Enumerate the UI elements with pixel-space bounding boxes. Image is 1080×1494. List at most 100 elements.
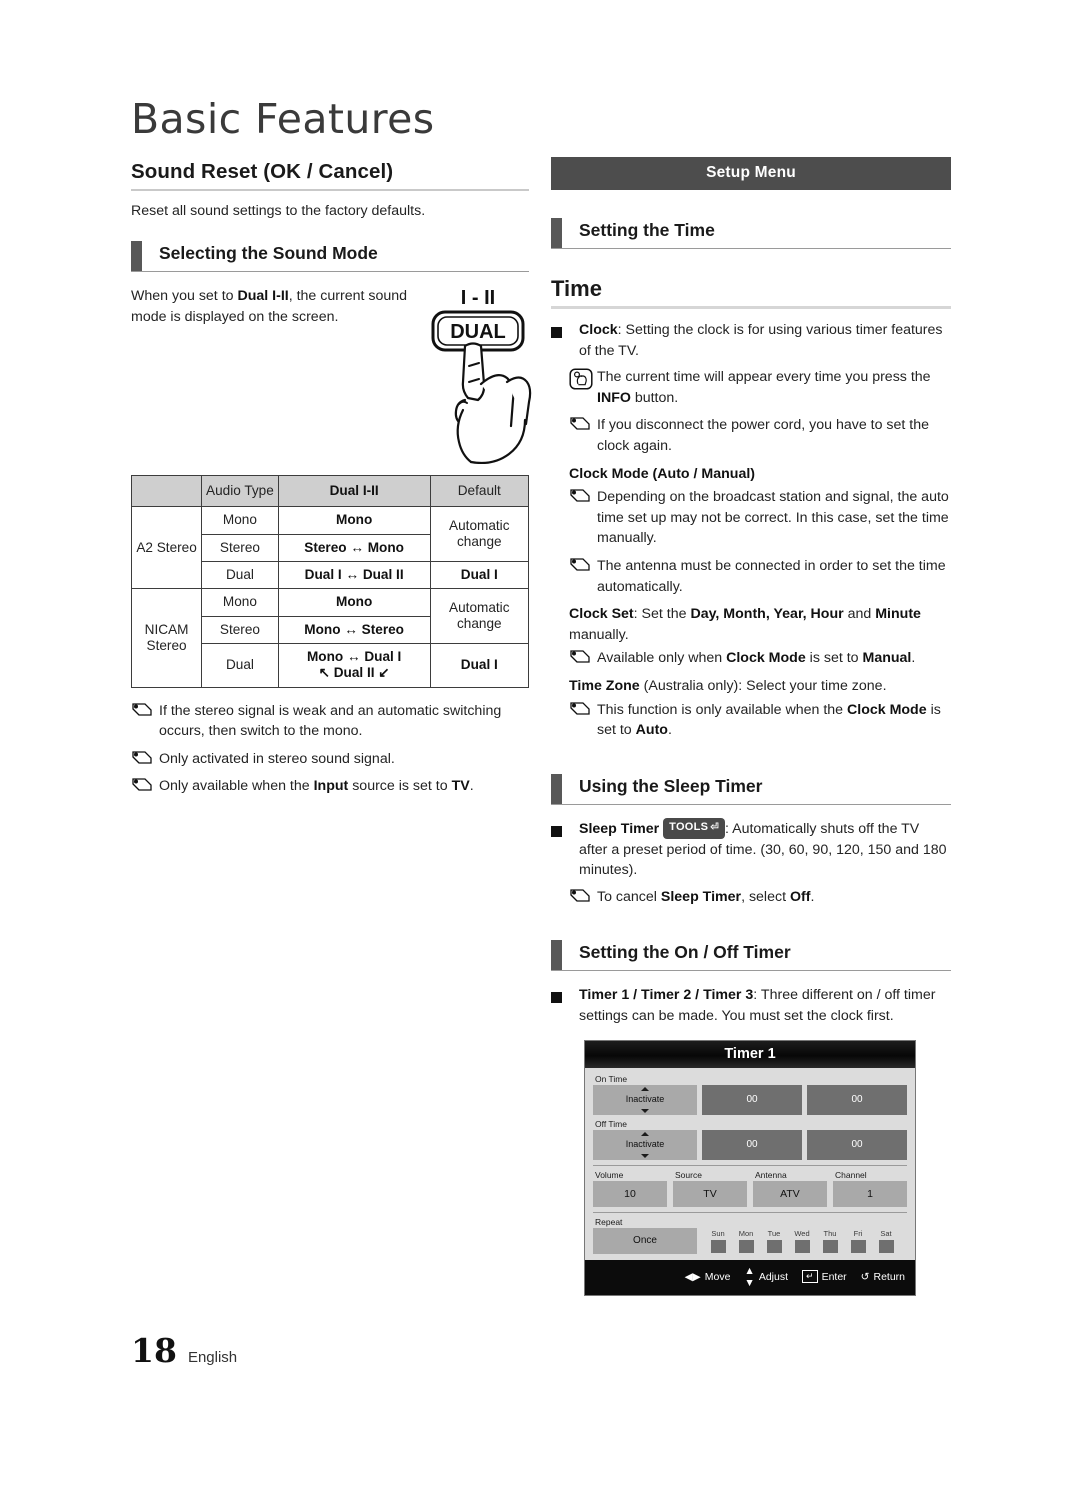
- osd-quad-row: Volume 10 Source TV Antenna ATV Channel …: [593, 1170, 907, 1207]
- subsection-heading-label: Setting the On / Off Timer: [579, 942, 791, 963]
- osd-field-value[interactable]: ATV: [753, 1180, 827, 1207]
- down-arrow-icon: [641, 1108, 649, 1113]
- up-arrow-icon: [641, 1086, 649, 1091]
- pencil-icon-svg: [570, 417, 590, 431]
- osd-field-antenna: Antenna ATV: [753, 1170, 827, 1207]
- osd-field-value[interactable]: TV: [673, 1180, 747, 1207]
- section-heading-sound-reset: Sound Reset (OK / Cancel): [131, 160, 529, 191]
- note-text: To cancel Sleep Timer, select Off.: [597, 887, 951, 908]
- note-part-a: The current time will appear every time …: [597, 369, 931, 386]
- pencil-note-icon: [569, 887, 597, 908]
- table-header-audio-type: Audio Type: [201, 474, 279, 508]
- note-text: The antenna must be connected in order t…: [597, 557, 946, 595]
- osd-day-fri[interactable]: Fri: [849, 1229, 867, 1253]
- osd-footer-hints: ◀▶ Move ▲ ▼ Adjust ↵ Enter ↺ Return: [585, 1259, 915, 1295]
- note-part-a: This function is only available when the: [597, 701, 847, 718]
- note-part-a: To cancel: [597, 888, 661, 905]
- note-text: Available only when Clock Mode is set to…: [597, 648, 951, 669]
- cell-line-1: Mono ↔ Dual I: [306, 648, 402, 664]
- chapter-title: Basic Features: [131, 95, 435, 143]
- note-text: If the stereo signal is weak and an auto…: [159, 702, 502, 740]
- heading-accent-bar: [551, 218, 562, 248]
- osd-on-time-hour[interactable]: 00: [702, 1084, 802, 1115]
- note-part-input: Input: [313, 778, 349, 795]
- note-part-tv: TV: [451, 778, 470, 795]
- note-antenna-required: The antenna must be connected in order t…: [551, 556, 951, 597]
- osd-day-label: Mon: [738, 1228, 754, 1238]
- label-clock-mode: Clock Mode (Auto / Manual): [569, 465, 756, 482]
- osd-field-value[interactable]: Once: [593, 1227, 697, 1254]
- table-header-row: Audio Type Dual I-II Default: [130, 474, 530, 508]
- osd-field-value[interactable]: 1: [833, 1180, 907, 1207]
- cell-dual-mono: Mono: [277, 506, 431, 535]
- cell-default-auto-change: Automatic change: [429, 588, 530, 644]
- clock-set-d: and: [843, 606, 876, 623]
- osd-on-time-minute[interactable]: 00: [807, 1084, 907, 1115]
- osd-off-time-minute[interactable]: 00: [807, 1129, 907, 1160]
- checkbox-icon[interactable]: [822, 1239, 838, 1253]
- checkbox-icon[interactable]: [794, 1239, 810, 1253]
- pencil-note-icon: [569, 415, 597, 456]
- tools-badge-icon: TOOLS ⏎: [663, 817, 726, 839]
- note-text: Only available when the Input source is …: [159, 776, 529, 797]
- subsection-heading-label: Using the Sleep Timer: [579, 775, 763, 796]
- osd-day-tue[interactable]: Tue: [765, 1229, 783, 1253]
- osd-day-label: Tue: [767, 1228, 781, 1238]
- subsection-setting-the-on-off-timer: Setting the On / Off Timer: [551, 940, 951, 972]
- note-part-a: Only available when the: [159, 778, 314, 795]
- tools-badge-arrow-icon: ⏎: [710, 821, 720, 833]
- note-part-a: Available only when: [597, 650, 727, 667]
- bullet-timer-1-2-3: Timer 1 / Timer 2 / Timer 3: Three diffe…: [551, 985, 951, 1026]
- osd-day-thu[interactable]: Thu: [821, 1229, 839, 1253]
- bullet-text: Clock: Setting the clock is for using va…: [579, 320, 951, 361]
- osd-hint-label: Adjust: [758, 1270, 789, 1283]
- osd-hint-label: Return: [873, 1270, 905, 1283]
- clock-set-b: : Set the: [633, 606, 691, 623]
- osd-field-value[interactable]: 10: [593, 1180, 667, 1207]
- cell-dual-stereo-mono: Stereo ↔ Mono: [277, 533, 431, 562]
- checkbox-icon[interactable]: [766, 1239, 782, 1253]
- bullet-label: Clock: [579, 322, 618, 338]
- label-clock-set: Clock Set: Set the Day, Month, Year, Hou…: [551, 604, 951, 645]
- osd-day-wed[interactable]: Wed: [793, 1229, 811, 1253]
- checkbox-icon[interactable]: [738, 1239, 754, 1253]
- checkbox-icon[interactable]: [710, 1239, 726, 1253]
- bullet-text: Timer 1 / Timer 2 / Timer 3: Three diffe…: [579, 985, 951, 1026]
- osd-hint-label: Move: [704, 1270, 731, 1283]
- osd-day-label: Fri: [853, 1228, 863, 1238]
- note-part-c: button.: [630, 389, 679, 406]
- osd-hint-move: ◀▶ Move: [685, 1271, 731, 1283]
- osd-off-time-hour[interactable]: 00: [702, 1129, 802, 1160]
- table-header-default: Default: [429, 474, 530, 508]
- note-part-auto: Auto: [635, 722, 668, 739]
- osd-day-mon[interactable]: Mon: [737, 1229, 755, 1253]
- pencil-note-icon: [131, 749, 159, 770]
- sound-mode-text-1: When you set to: [131, 288, 238, 304]
- right-column: Setup Menu Setting the Time Time Clock: …: [551, 157, 951, 1296]
- manual-page: Basic Features Sound Reset (OK / Cancel)…: [0, 0, 1080, 1494]
- pencil-note-icon: [569, 648, 597, 669]
- osd-on-time-state-value: Inactivate: [625, 1094, 665, 1105]
- pencil-icon-svg: [132, 702, 152, 716]
- osd-day-label: Sun: [711, 1228, 725, 1238]
- setup-menu-bar: Setup Menu: [551, 157, 951, 190]
- pencil-note-icon: [131, 776, 159, 797]
- osd-day-sat[interactable]: Sat: [877, 1229, 895, 1253]
- checkbox-icon[interactable]: [878, 1239, 894, 1253]
- osd-label-off-time: Off Time: [595, 1118, 627, 1129]
- cell-dual-mono-stereo: Mono ↔ Stereo: [277, 615, 431, 644]
- subsection-heading-label: Selecting the Sound Mode: [159, 243, 378, 263]
- osd-on-time-state-stepper[interactable]: Inactivate: [593, 1084, 697, 1115]
- osd-day-sun[interactable]: Sun: [709, 1229, 727, 1253]
- osd-off-time-state-stepper[interactable]: Inactivate: [593, 1129, 697, 1160]
- osd-day-label: Sat: [880, 1228, 892, 1238]
- clock-set-fields: Day, Month, Year, Hour: [690, 606, 844, 623]
- table-header-dual: Dual I-II: [277, 474, 431, 508]
- note-part-c: is set to: [805, 650, 863, 667]
- note-text: The current time will appear every time …: [597, 367, 951, 408]
- note-part-off: Off: [789, 888, 811, 905]
- note-clock-mode-broadcast: Depending on the broadcast station and s…: [551, 487, 951, 549]
- page-language: English: [187, 1349, 238, 1366]
- pencil-note-icon: [569, 700, 597, 741]
- checkbox-icon[interactable]: [850, 1239, 866, 1253]
